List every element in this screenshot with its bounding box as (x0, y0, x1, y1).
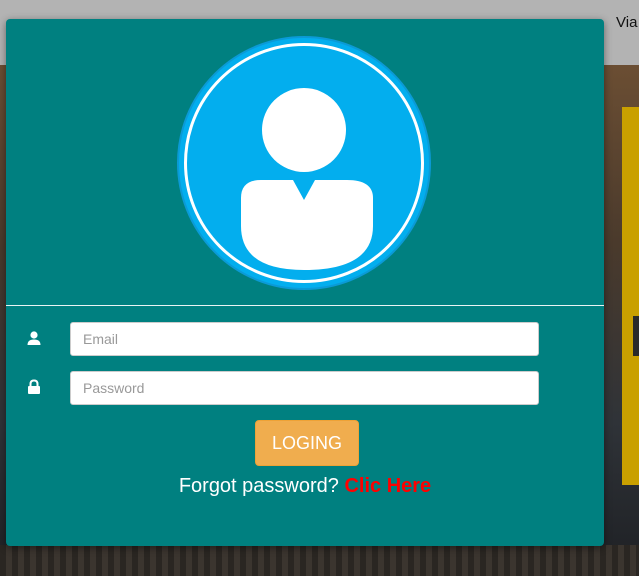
user-icon (27, 331, 41, 345)
modal-divider (6, 305, 604, 306)
avatar-silhouette (241, 88, 373, 270)
background-header-text: Via (616, 14, 638, 31)
lock-icon (28, 379, 40, 394)
forgot-password-row: Forgot password? Clic Here (6, 475, 604, 498)
background-dark-block (633, 316, 639, 356)
password-input[interactable] (70, 371, 539, 405)
background-yellow-panel (622, 107, 639, 485)
email-input[interactable] (70, 322, 539, 356)
background-street (0, 545, 639, 576)
forgot-password-text: Forgot password? (178, 475, 339, 497)
login-modal: LOGING Forgot password? Clic Here (6, 19, 604, 546)
user-avatar-icon (177, 36, 431, 290)
login-button[interactable]: LOGING (255, 420, 359, 466)
forgot-password-link[interactable]: Clic Here (344, 475, 431, 497)
